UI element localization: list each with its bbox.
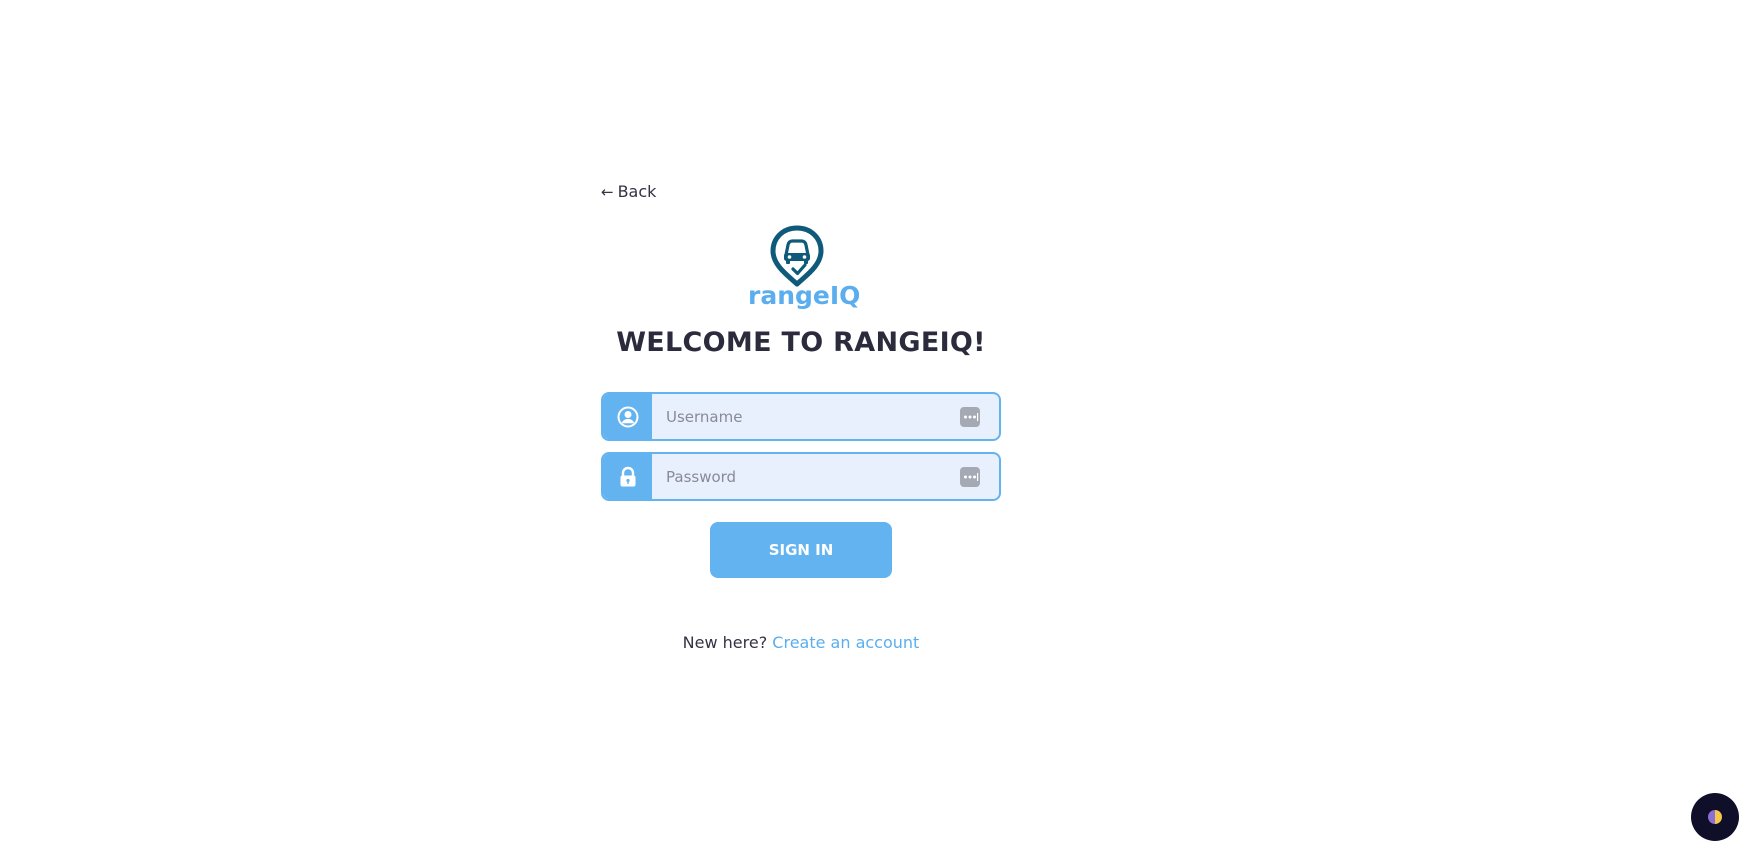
username-field [601, 392, 1001, 441]
password-input[interactable] [652, 454, 959, 499]
password-field [601, 452, 1001, 501]
signup-prompt: New here? [682, 633, 768, 652]
back-label: Back [617, 182, 657, 201]
sign-in-button[interactable]: SIGN IN [710, 522, 892, 578]
back-arrow-icon: ← [601, 182, 614, 201]
page-title: WELCOME TO RANGEIQ! [616, 327, 986, 358]
lock-icon [603, 454, 652, 499]
create-account-link[interactable]: Create an account [772, 633, 919, 652]
username-input[interactable] [652, 394, 959, 439]
password-manager-icon[interactable] [959, 406, 981, 428]
theme-toggle-button[interactable] [1691, 793, 1739, 841]
logo-wordmark: rangeIQ [748, 281, 861, 310]
user-circle-icon [603, 394, 652, 439]
car-pin-icon [770, 225, 824, 287]
password-manager-icon[interactable] [959, 466, 981, 488]
back-link[interactable]: ← Back [601, 182, 656, 201]
signup-prompt-row: New here? Create an account [0, 633, 1602, 652]
half-moon-icon [1708, 810, 1722, 824]
logo: rangeIQ [748, 225, 861, 313]
